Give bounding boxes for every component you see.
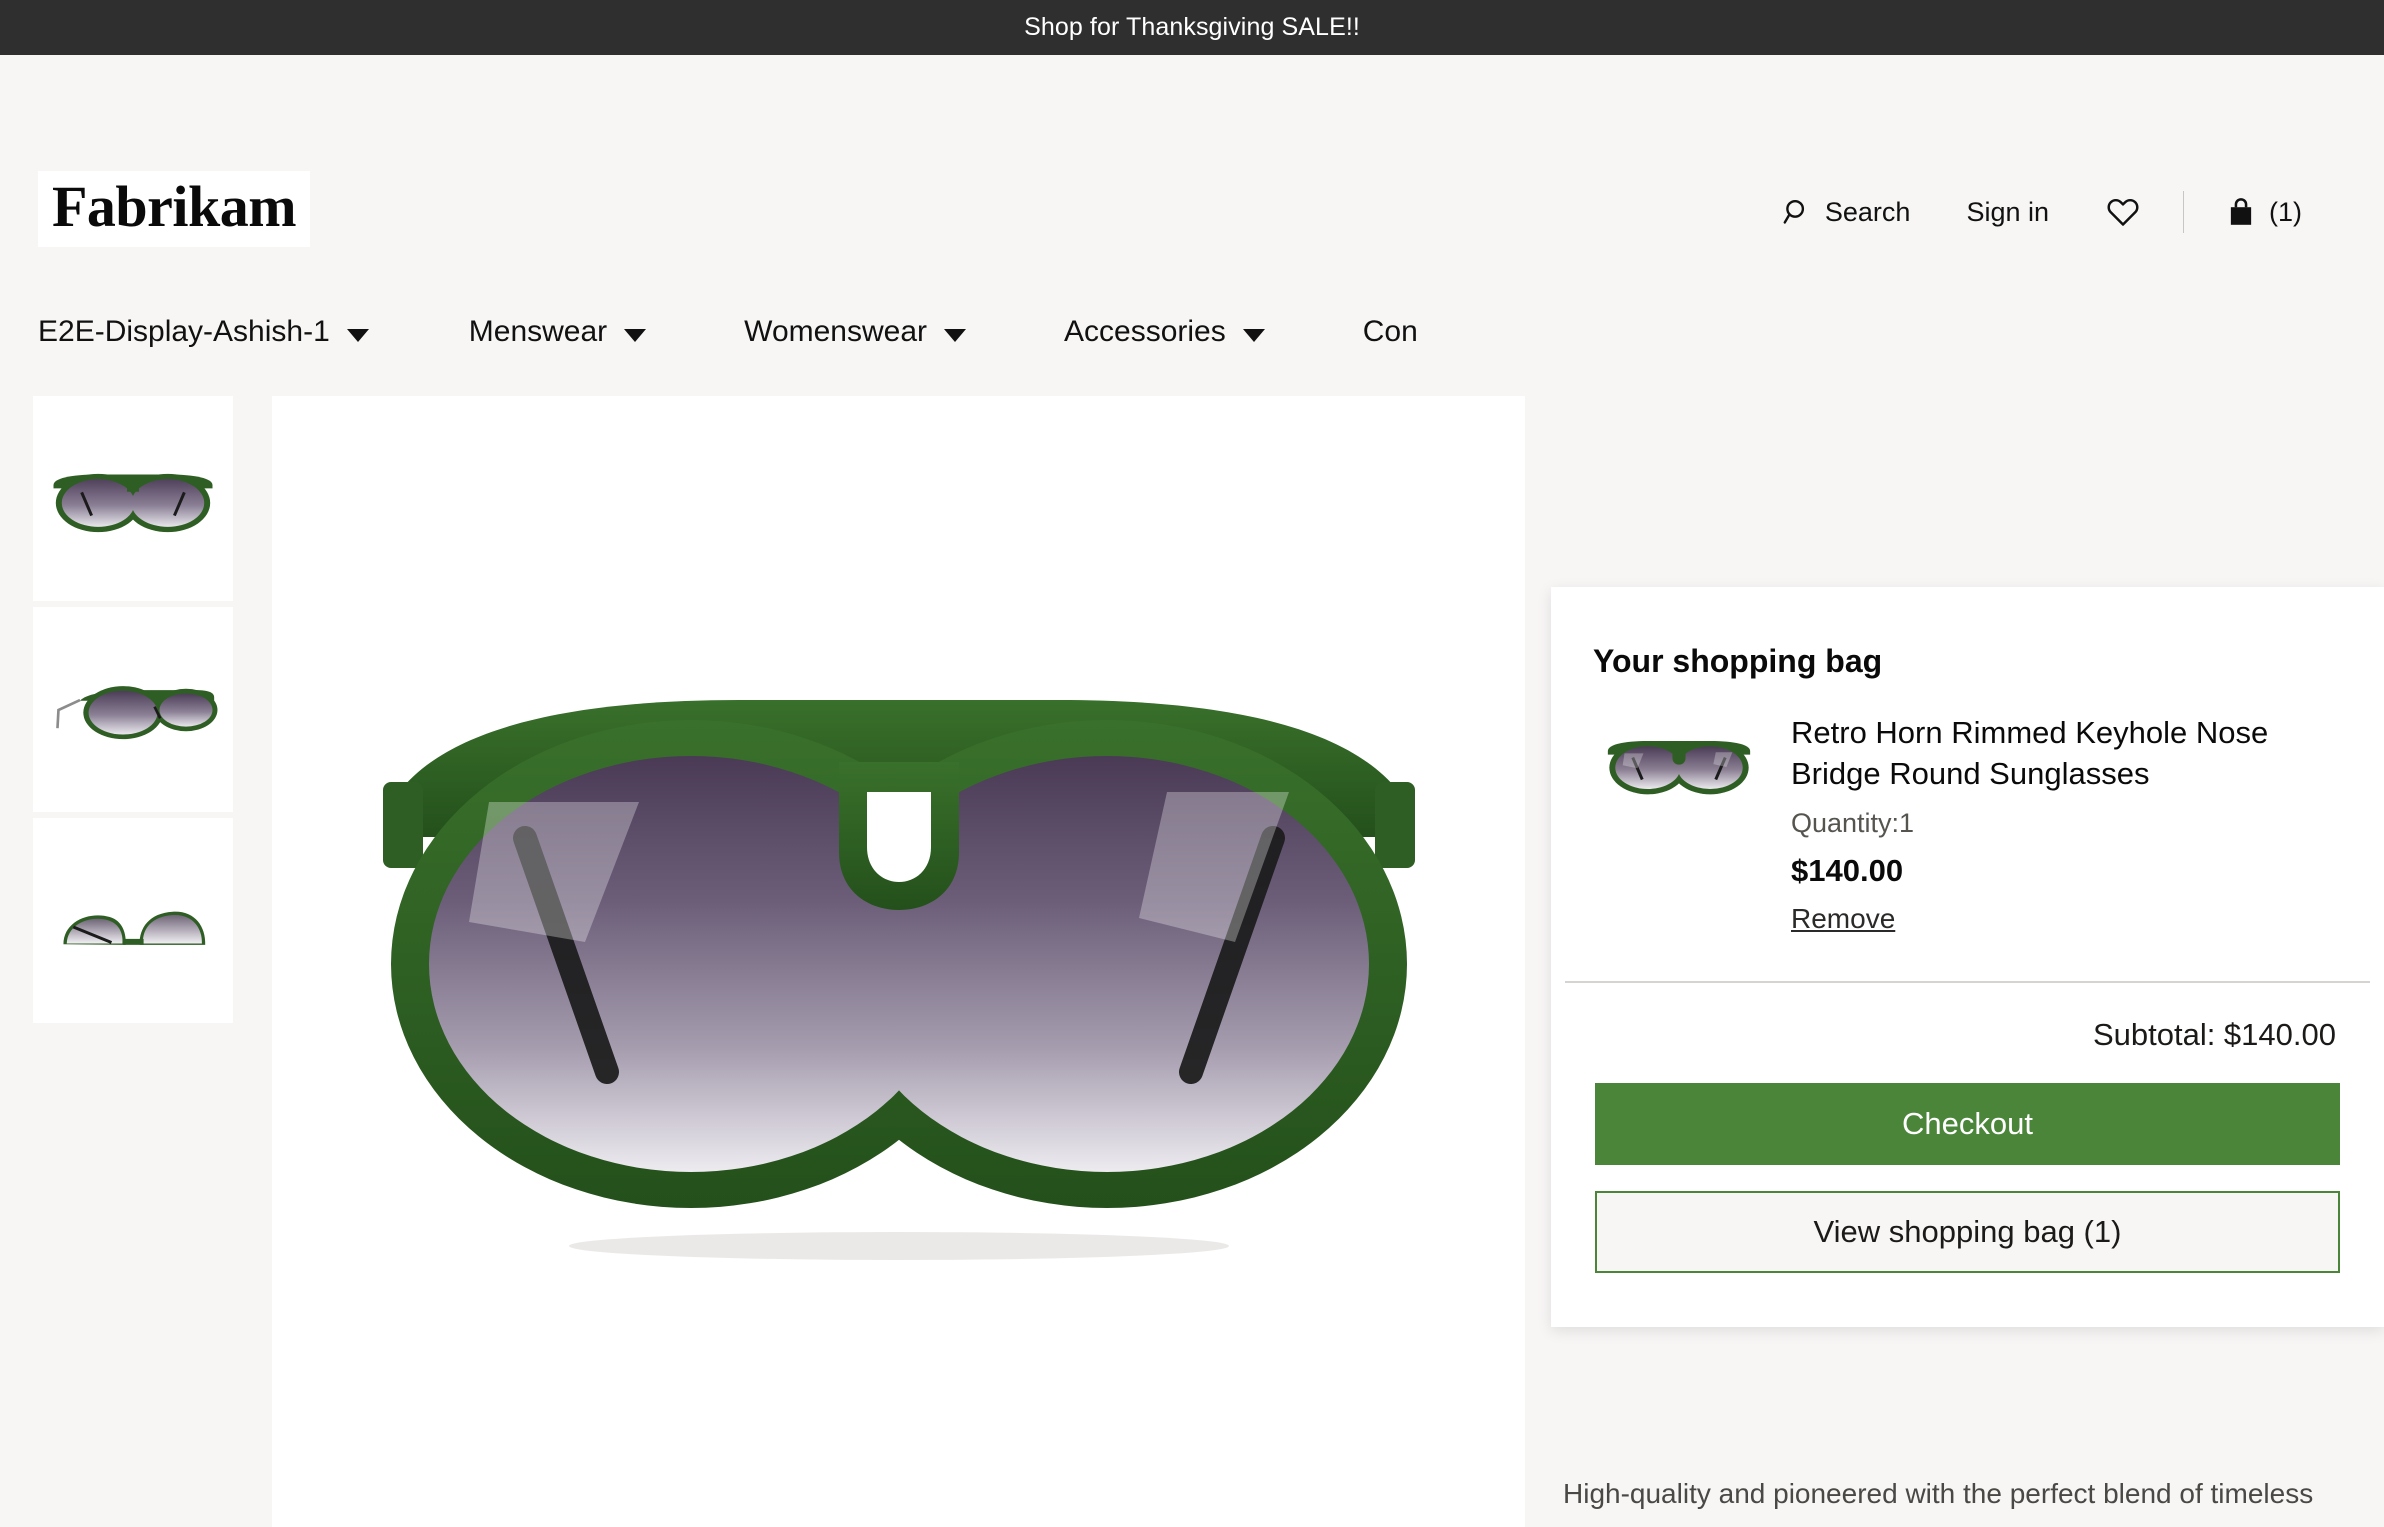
main-navigation: E2E-Display-Ashish-1 Menswear Womenswear… (0, 277, 2384, 387)
chevron-down-icon (944, 329, 966, 342)
shopping-bag-summary: Subtotal: $140.00 Checkout View shopping… (1551, 983, 2384, 1327)
view-shopping-bag-button[interactable]: View shopping bag (1) (1595, 1191, 2340, 1273)
sunglasses-front-graphic (40, 446, 226, 552)
thumbnail-angled-view[interactable] (33, 607, 233, 812)
shopping-bag-flyout: Your shopping bag (1551, 587, 2384, 1327)
sunglasses-hero-graphic (339, 642, 1459, 1282)
search-icon (1782, 197, 1812, 227)
thumbnail-folded-view[interactable] (33, 818, 233, 1023)
shopping-bag-item-image[interactable] (1593, 708, 1765, 818)
nav-item-menswear[interactable]: Menswear (469, 305, 694, 359)
checkout-button[interactable]: Checkout (1595, 1083, 2340, 1165)
chevron-down-icon (1243, 329, 1265, 342)
nav-item-contact[interactable]: Con (1363, 305, 1466, 359)
shopping-bag-item-quantity: Quantity:1 (1791, 808, 2342, 839)
nav-item-label: Accessories (1064, 315, 1226, 349)
sunglasses-bag-graphic (1596, 716, 1762, 811)
shopping-bag-item-name: Retro Horn Rimmed Keyhole Nose Bridge Ro… (1791, 712, 2291, 794)
site-logo[interactable]: Fabrikam (38, 171, 310, 247)
shopping-bag-icon (2226, 196, 2256, 228)
search-button[interactable]: Search (1754, 191, 1939, 234)
nav-item-e2e-display-ashish-1[interactable]: E2E-Display-Ashish-1 (38, 305, 417, 359)
chevron-down-icon (347, 329, 369, 342)
search-label: Search (1825, 197, 1911, 228)
shopping-bag-count: (1) (2269, 197, 2302, 228)
nav-item-label: Menswear (469, 315, 607, 349)
product-main-image[interactable] (272, 396, 1525, 1527)
shopping-bag-item: Retro Horn Rimmed Keyhole Nose Bridge Ro… (1551, 680, 2384, 981)
product-page-body: High-quality and pioneered with the perf… (0, 387, 2384, 1527)
chevron-down-icon (624, 329, 646, 342)
sign-in-label: Sign in (1966, 197, 2049, 228)
nav-item-label: Con (1363, 315, 1418, 349)
promo-banner: Shop for Thanksgiving SALE!! (0, 0, 2384, 55)
promo-banner-text: Shop for Thanksgiving SALE!! (1024, 13, 1360, 42)
product-thumbnail-rail (33, 396, 233, 1023)
header-actions: Search Sign in (1) (1754, 190, 2330, 234)
heart-icon (2105, 196, 2141, 228)
thumbnail-front-view[interactable] (33, 396, 233, 601)
site-logo-text: Fabrikam (52, 177, 296, 237)
shopping-bag-title: Your shopping bag (1551, 587, 2384, 680)
site-header: Fabrikam Search Sign in (0, 55, 2384, 277)
shopping-bag-button[interactable]: (1) (2198, 190, 2330, 234)
sign-in-button[interactable]: Sign in (1938, 191, 2077, 234)
header-divider (2183, 191, 2184, 233)
nav-item-womenswear[interactable]: Womenswear (744, 305, 1014, 359)
shopping-bag-subtotal: Subtotal: $140.00 (1595, 1017, 2340, 1053)
product-description: High-quality and pioneered with the perf… (1563, 1472, 2325, 1527)
nav-item-accessories[interactable]: Accessories (1064, 305, 1313, 359)
nav-item-label: Womenswear (744, 315, 927, 349)
shopping-bag-item-details: Retro Horn Rimmed Keyhole Nose Bridge Ro… (1791, 708, 2342, 935)
sunglasses-angled-graphic (40, 657, 226, 763)
remove-item-link[interactable]: Remove (1791, 903, 1895, 935)
shopping-bag-item-price: $140.00 (1791, 853, 2342, 889)
sunglasses-folded-graphic (40, 868, 226, 974)
nav-item-label: E2E-Display-Ashish-1 (38, 315, 330, 349)
wishlist-button[interactable] (2077, 190, 2169, 234)
